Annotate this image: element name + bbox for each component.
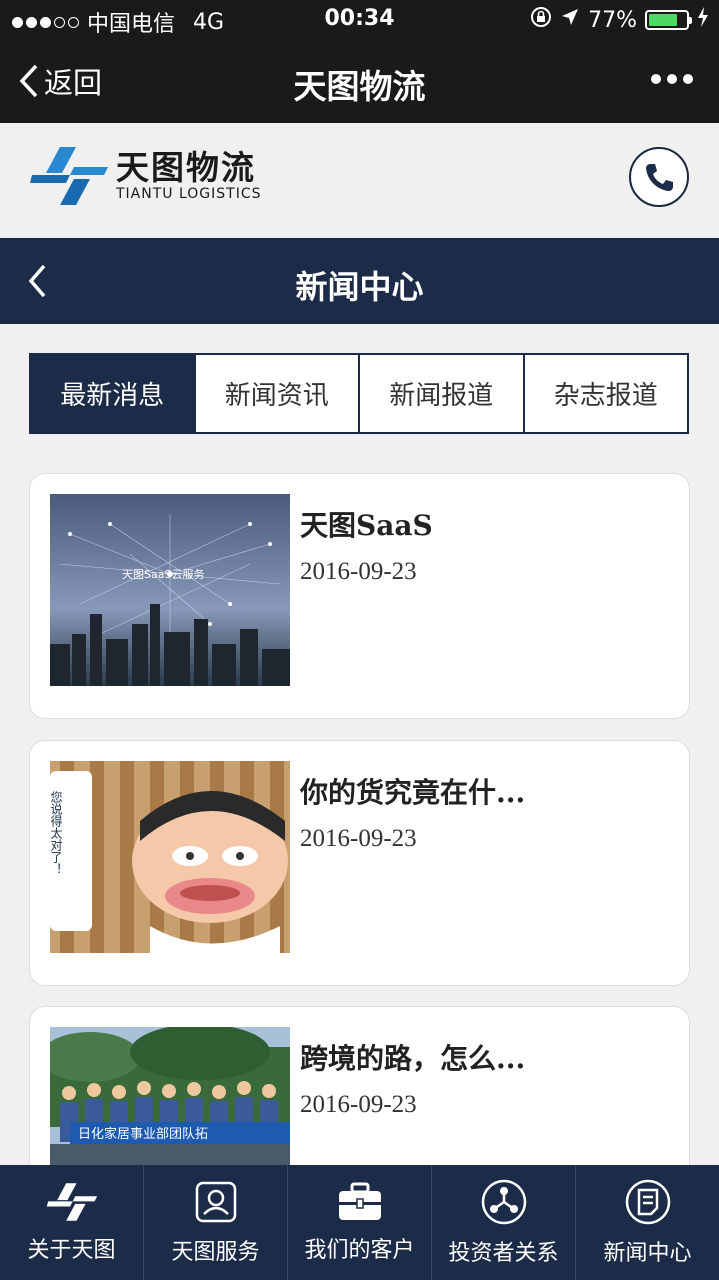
tab-news-reports[interactable]: 新闻报道 bbox=[360, 355, 525, 432]
nav-about[interactable]: 关于天图 bbox=[0, 1165, 144, 1280]
nav-label: 投资者关系 bbox=[448, 1240, 559, 1266]
wechat-nav-bar: 返回 天图物流 bbox=[0, 40, 719, 123]
call-button[interactable] bbox=[629, 147, 689, 207]
battery-icon bbox=[645, 10, 692, 30]
location-arrow-icon bbox=[560, 7, 580, 33]
news-title: 天图SaaS bbox=[300, 509, 433, 542]
news-tabs: 最新消息 新闻资讯 新闻报道 杂志报道 bbox=[29, 353, 689, 434]
status-bar: 中国电信 4G 00:34 77% bbox=[0, 0, 719, 40]
page-title: 天图物流 bbox=[293, 67, 426, 106]
logo-icon bbox=[30, 147, 108, 205]
thumb-caption: 天图SaaS云服务 bbox=[122, 568, 204, 581]
nav-news[interactable]: 新闻中心 bbox=[576, 1165, 719, 1280]
news-thumbnail: 您说得太对了！ bbox=[50, 761, 290, 953]
logo-name-cn: 天图物流 bbox=[116, 148, 256, 187]
news-card[interactable]: 您说得太对了！ 你的货究竟在什... 2016-09-23 bbox=[29, 740, 690, 986]
news-title: 你的货究竟在什... bbox=[300, 776, 526, 809]
company-logo[interactable]: 天图物流 TIANTU LOGISTICS bbox=[30, 145, 262, 207]
nav-label: 我们的客户 bbox=[304, 1237, 415, 1263]
more-options-button[interactable] bbox=[651, 74, 693, 84]
nav-services[interactable]: 天图服务 bbox=[144, 1165, 288, 1280]
network-icon bbox=[481, 1179, 526, 1224]
nav-clients[interactable]: 我们的客户 bbox=[288, 1165, 432, 1280]
thumb-caption: 您说得太对了！ bbox=[50, 790, 63, 875]
brand-bar: 天图物流 TIANTU LOGISTICS bbox=[0, 123, 719, 238]
nav-investors[interactable]: 投资者关系 bbox=[432, 1165, 576, 1280]
news-thumbnail: 天图SaaS云服务 bbox=[50, 494, 290, 686]
nav-label: 天图服务 bbox=[171, 1239, 260, 1265]
briefcase-icon bbox=[338, 1182, 381, 1220]
thumb-caption: 日化家居事业部团队拓 bbox=[78, 1126, 208, 1142]
battery-percent: 77% bbox=[588, 7, 637, 33]
news-card[interactable]: 天图SaaS云服务 天图SaaS 2016-09-23 bbox=[29, 473, 690, 719]
news-date: 2016-09-23 bbox=[300, 825, 417, 852]
news-date: 2016-09-23 bbox=[300, 1091, 417, 1118]
charging-icon bbox=[697, 7, 709, 33]
rotation-lock-icon bbox=[530, 6, 552, 34]
tab-news-info[interactable]: 新闻资讯 bbox=[196, 355, 360, 432]
bottom-navigation: 关于天图 天图服务 我们的客户 投资者关系 新闻中心 bbox=[0, 1165, 719, 1280]
tab-latest-news[interactable]: 最新消息 bbox=[31, 355, 196, 432]
tab-magazine-reports[interactable]: 杂志报道 bbox=[525, 355, 688, 432]
news-icon bbox=[625, 1179, 670, 1224]
service-icon bbox=[195, 1181, 236, 1222]
logo-icon bbox=[46, 1182, 97, 1221]
logo-name-en: TIANTU LOGISTICS bbox=[116, 186, 262, 202]
phone-icon bbox=[646, 164, 673, 191]
news-date: 2016-09-23 bbox=[300, 558, 417, 585]
nav-label: 关于天图 bbox=[27, 1237, 116, 1263]
section-header: 新闻中心 bbox=[0, 238, 719, 324]
news-title: 跨境的路，怎么... bbox=[300, 1042, 526, 1075]
section-title: 新闻中心 bbox=[295, 268, 424, 306]
nav-label: 新闻中心 bbox=[603, 1240, 692, 1266]
